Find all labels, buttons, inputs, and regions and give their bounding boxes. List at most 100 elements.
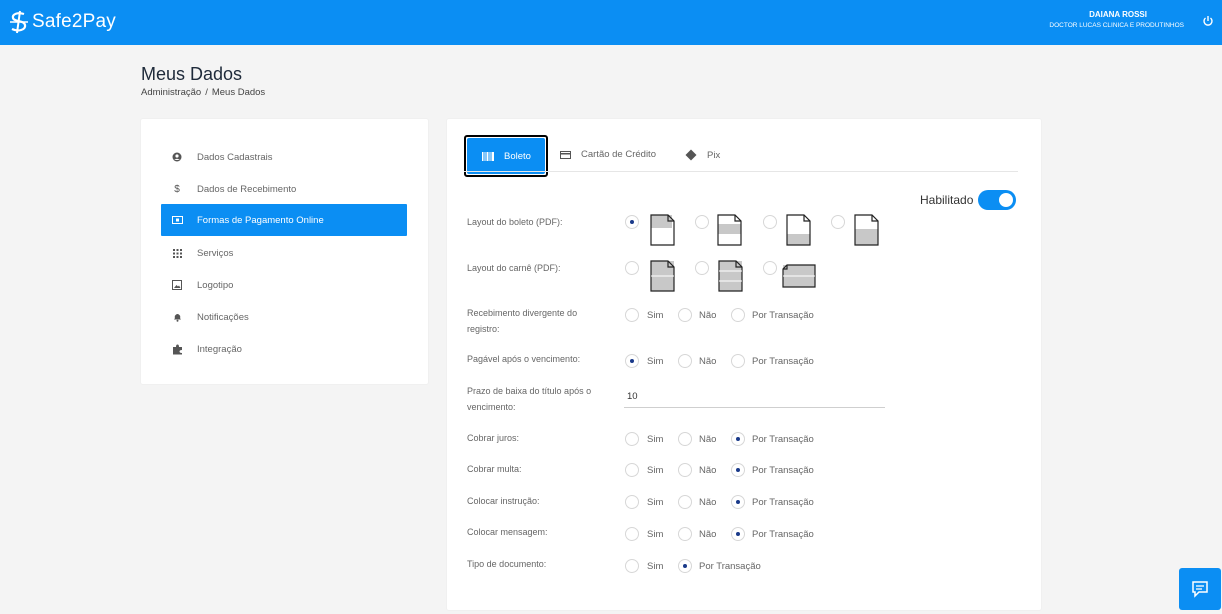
chat-icon [1192, 581, 1208, 598]
sidebar-item-label: Dados Cadastrais [197, 151, 273, 163]
sidebar-item-servicos[interactable]: Serviços [161, 237, 407, 269]
interest-radio-sim[interactable] [625, 432, 639, 446]
sidebar-item-label: Integração [197, 343, 242, 355]
deadline-label: Prazo de baixa do título após o vencimen… [467, 386, 592, 412]
user-name[interactable]: DAIANA ROSSI [1089, 10, 1147, 19]
divergent-radio-sim[interactable] [625, 308, 639, 322]
fine-radio-nao[interactable] [678, 463, 692, 477]
instruction-opt-sim: Sim [647, 497, 664, 508]
interest-radio-transacao[interactable] [731, 432, 745, 446]
message-radio-nao[interactable] [678, 527, 692, 541]
boleto-layout-2-icon [717, 214, 742, 246]
after-due-radio-transacao[interactable] [731, 354, 745, 368]
message-radio-transacao[interactable] [731, 527, 745, 541]
money-bill-icon [170, 216, 184, 224]
instruction-label: Colocar instrução: [467, 496, 540, 506]
after-due-opt-sim: Sim [647, 356, 664, 367]
sidebar-item-label: Formas de Pagamento Online [197, 214, 324, 226]
message-radio-sim[interactable] [625, 527, 639, 541]
doc-type-opt-transacao: Por Transação [699, 561, 761, 572]
chat-button[interactable] [1179, 568, 1221, 610]
message-opt-nao: Não [699, 529, 717, 540]
divergent-label: Recebimento divergente do registro: [467, 308, 578, 334]
doc-type-radio-transacao[interactable] [678, 559, 692, 573]
sidebar-item-dados-cadastrais[interactable]: Dados Cadastrais [161, 141, 407, 173]
breadcrumb: Administração / Meus Dados [141, 87, 265, 98]
top-bar: Safe2Pay DAIANA ROSSI DOCTOR LUCAS CLINI… [0, 0, 1222, 45]
fine-opt-transacao: Por Transação [752, 465, 814, 476]
boleto-layout-radio-4[interactable] [831, 215, 845, 229]
pix-icon [685, 149, 697, 161]
user-circle-icon [170, 152, 184, 162]
page-title: Meus Dados [141, 64, 243, 84]
deadline-input-underline [624, 407, 885, 408]
sidebar-item-logotipo[interactable]: Logotipo [161, 269, 407, 301]
power-icon[interactable] [1202, 15, 1214, 27]
deadline-input[interactable]: 10 [627, 391, 638, 402]
payment-settings-panel: Boleto Cartão de Crédito Pix Habilitado … [447, 119, 1041, 610]
fine-radio-sim[interactable] [625, 463, 639, 477]
logo[interactable]: Safe2Pay [8, 10, 116, 34]
dollar-icon: $ [174, 183, 180, 195]
sidebar-item-label: Dados de Recebimento [197, 183, 297, 195]
tab-label: Pix [707, 149, 721, 161]
carne-layout-radio-1[interactable] [625, 261, 639, 275]
message-label: Colocar mensagem: [467, 527, 548, 537]
carne-layout-radio-3[interactable] [763, 261, 777, 275]
interest-opt-nao: Não [699, 434, 717, 445]
sidebar-item-label: Notificações [197, 311, 249, 323]
after-due-opt-nao: Não [699, 356, 717, 367]
sidebar-item-label: Serviços [197, 247, 234, 259]
tab-pix[interactable]: Pix [685, 149, 720, 161]
sidebar-item-formas-pagamento[interactable]: Formas de Pagamento Online [161, 204, 407, 236]
tab-boleto[interactable]: Boleto [467, 138, 545, 174]
fine-radio-transacao[interactable] [731, 463, 745, 477]
sidebar-item-integracao[interactable]: Integração [161, 333, 407, 365]
breadcrumb-item-admin[interactable]: Administração [141, 87, 201, 98]
after-due-radio-sim[interactable] [625, 354, 639, 368]
carne-layout-label: Layout do carnê (PDF): [467, 263, 561, 273]
fine-opt-sim: Sim [647, 465, 664, 476]
fine-opt-nao: Não [699, 465, 717, 476]
fine-label: Cobrar multa: [467, 464, 522, 474]
after-due-label: Pagável após o vencimento: [467, 354, 581, 364]
sidebar: Dados Cadastrais $ Dados de Recebimento … [141, 119, 428, 384]
boleto-layout-radio-1[interactable] [625, 215, 639, 229]
boleto-layout-radio-3[interactable] [763, 215, 777, 229]
interest-radio-nao[interactable] [678, 432, 692, 446]
instruction-radio-sim[interactable] [625, 495, 639, 509]
divergent-opt-transacao: Por Transação [752, 310, 814, 321]
barcode-icon [482, 151, 494, 161]
carne-layout-3-icon [782, 264, 816, 288]
enabled-label: Habilitado [920, 193, 974, 207]
tab-cartao-credito[interactable]: Cartão de Crédito [560, 149, 656, 160]
message-opt-transacao: Por Transação [752, 529, 814, 540]
puzzle-icon [170, 344, 184, 355]
message-opt-sim: Sim [647, 529, 664, 540]
bell-icon [170, 312, 184, 322]
interest-opt-transacao: Por Transação [752, 434, 814, 445]
sidebar-item-dados-recebimento[interactable]: $ Dados de Recebimento [161, 173, 407, 205]
instruction-opt-transacao: Por Transação [752, 497, 814, 508]
divergent-radio-transacao[interactable] [731, 308, 745, 322]
boleto-layout-1-icon [650, 214, 675, 246]
interest-opt-sim: Sim [647, 434, 664, 445]
user-company[interactable]: DOCTOR LUCAS CLINICA E PRODUTINHOS [1049, 22, 1184, 29]
tab-divider [464, 171, 1018, 172]
sidebar-item-notificacoes[interactable]: Notificações [161, 301, 407, 333]
enabled-toggle[interactable] [978, 190, 1016, 210]
instruction-radio-nao[interactable] [678, 495, 692, 509]
instruction-opt-nao: Não [699, 497, 717, 508]
tab-label: Boleto [504, 150, 531, 162]
doc-type-radio-sim[interactable] [625, 559, 639, 573]
carne-layout-1-icon [650, 260, 675, 292]
doc-type-label: Tipo de documento: [467, 559, 547, 569]
divergent-radio-nao[interactable] [678, 308, 692, 322]
carne-layout-radio-2[interactable] [695, 261, 709, 275]
safe2pay-logo-icon [10, 10, 28, 34]
divergent-opt-nao: Não [699, 310, 717, 321]
after-due-radio-nao[interactable] [678, 354, 692, 368]
sidebar-item-label: Logotipo [197, 279, 234, 291]
boleto-layout-radio-2[interactable] [695, 215, 709, 229]
instruction-radio-transacao[interactable] [731, 495, 745, 509]
